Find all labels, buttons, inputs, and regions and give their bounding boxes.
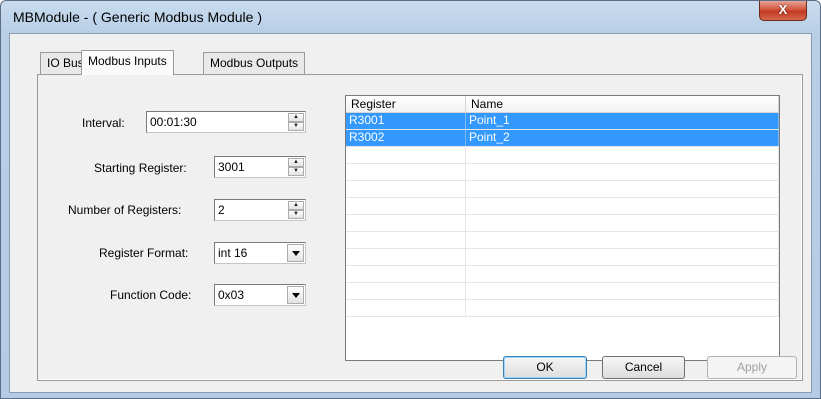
spin-down-icon[interactable]: ▼ xyxy=(288,122,304,131)
dialog-window: MBModule - ( Generic Modbus Module ) X I… xyxy=(0,0,821,399)
name-cell: Point_2 xyxy=(466,130,779,146)
interval-spinner[interactable]: 00:01:30 ▲ ▼ xyxy=(146,111,306,133)
empty-table-row xyxy=(346,147,779,164)
name-cell xyxy=(466,283,779,299)
number-of-registers-value: 2 xyxy=(218,203,225,217)
starting-register-label: Starting Register: xyxy=(94,161,187,175)
empty-table-row xyxy=(346,215,779,232)
name-cell xyxy=(466,215,779,231)
column-header-label: Register xyxy=(351,97,396,111)
column-header-label: Name xyxy=(471,97,504,111)
tab-modbus-inputs[interactable]: Modbus Inputs xyxy=(81,50,174,75)
dropdown-arrow-icon[interactable] xyxy=(287,244,304,262)
register-format-value: int 16 xyxy=(218,246,248,260)
spin-down-icon[interactable]: ▼ xyxy=(288,210,304,219)
register-cell: R3001 xyxy=(346,113,466,129)
empty-table-row xyxy=(346,181,779,198)
function-code-value: 0x03 xyxy=(218,288,245,302)
empty-table-row xyxy=(346,164,779,181)
ok-button[interactable]: OK xyxy=(503,356,587,379)
tab-modbus-outputs[interactable]: Modbus Outputs xyxy=(203,52,306,74)
function-code-select[interactable]: 0x03 xyxy=(214,284,306,306)
starting-register-value: 3001 xyxy=(218,160,245,174)
column-header-name[interactable]: Name xyxy=(466,96,779,113)
spin-up-icon[interactable]: ▲ xyxy=(288,113,304,122)
apply-button[interactable]: Apply xyxy=(707,356,797,379)
spin-up-icon[interactable]: ▲ xyxy=(288,201,304,210)
table-row[interactable]: R3001 Point_1 xyxy=(346,113,779,130)
dialog-client-area: IO Bus Modbus Inputs Modbus Outputs Inte… xyxy=(9,33,812,393)
name-cell xyxy=(466,232,779,248)
interval-value: 00:01:30 xyxy=(150,115,197,129)
register-cell xyxy=(346,300,466,316)
empty-table-row xyxy=(346,283,779,300)
name-cell xyxy=(466,249,779,265)
register-cell xyxy=(346,283,466,299)
register-cell: R3002 xyxy=(346,130,466,146)
close-icon: X xyxy=(778,2,788,17)
register-cell xyxy=(346,198,466,214)
starting-register-spinner[interactable]: 3001 ▲ ▼ xyxy=(214,156,306,178)
spinner-buttons: ▲ ▼ xyxy=(288,201,304,219)
register-format-label: Register Format: xyxy=(99,246,189,260)
tab-panel-modbus-inputs: Interval: 00:01:30 ▲ ▼ Starting Register… xyxy=(37,74,803,381)
title-bar[interactable]: MBModule - ( Generic Modbus Module ) X xyxy=(1,1,820,33)
table-row[interactable]: R3002 Point_2 xyxy=(346,130,779,147)
name-cell xyxy=(466,164,779,180)
function-code-label: Function Code: xyxy=(110,288,192,302)
spin-up-icon[interactable]: ▲ xyxy=(288,158,304,167)
column-header-register[interactable]: Register xyxy=(346,96,466,113)
name-cell: Point_1 xyxy=(466,113,779,129)
register-cell xyxy=(346,181,466,197)
spin-down-icon[interactable]: ▼ xyxy=(288,167,304,176)
empty-table-row xyxy=(346,198,779,215)
interval-label: Interval: xyxy=(82,116,125,130)
register-cell xyxy=(346,147,466,163)
register-cell xyxy=(346,249,466,265)
name-cell xyxy=(466,266,779,282)
name-cell xyxy=(466,300,779,316)
empty-table-row xyxy=(346,266,779,283)
name-cell xyxy=(466,198,779,214)
register-cell xyxy=(346,164,466,180)
spinner-buttons: ▲ ▼ xyxy=(288,158,304,176)
name-cell xyxy=(466,147,779,163)
cancel-button[interactable]: Cancel xyxy=(602,356,685,379)
empty-table-row xyxy=(346,249,779,266)
register-cell xyxy=(346,232,466,248)
tab-label: Modbus Outputs xyxy=(210,56,299,70)
window-title: MBModule - ( Generic Modbus Module ) xyxy=(13,9,262,25)
list-header: Register Name xyxy=(346,96,779,113)
tab-label: Modbus Inputs xyxy=(88,54,167,68)
register-list[interactable]: Register Name R3001 Point_1 R3002 Point_… xyxy=(345,95,780,361)
register-cell xyxy=(346,266,466,282)
empty-table-row xyxy=(346,300,779,317)
close-button[interactable]: X xyxy=(759,1,807,21)
dropdown-arrow-icon[interactable] xyxy=(287,286,304,304)
number-of-registers-spinner[interactable]: 2 ▲ ▼ xyxy=(214,199,306,221)
empty-table-row xyxy=(346,232,779,249)
spinner-buttons: ▲ ▼ xyxy=(288,113,304,131)
number-of-registers-label: Number of Registers: xyxy=(68,203,182,217)
register-cell xyxy=(346,215,466,231)
register-format-select[interactable]: int 16 xyxy=(214,242,306,264)
tab-label: IO Bus xyxy=(47,56,84,70)
name-cell xyxy=(466,181,779,197)
